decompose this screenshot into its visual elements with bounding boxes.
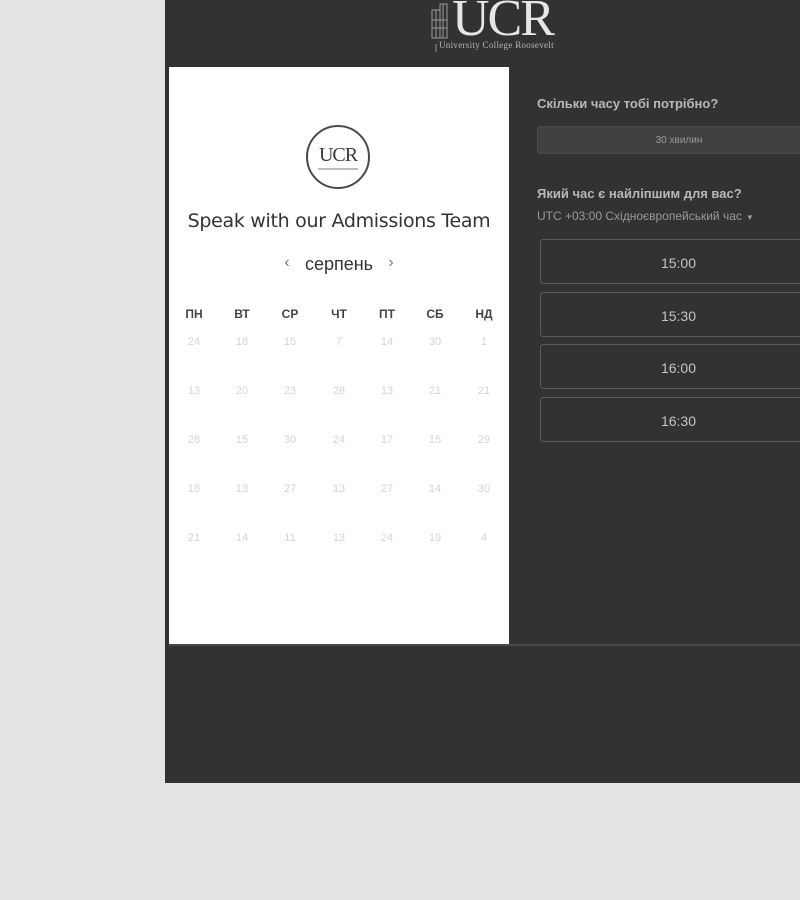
circle-logo-letters: UCR <box>318 144 358 166</box>
time-slot-button[interactable]: 15:00 <box>540 239 800 284</box>
calendar-day: 1 <box>480 336 488 348</box>
time-slot-label: 15:30 <box>660 308 697 324</box>
calendar-day: 4 <box>480 532 488 544</box>
ucr-circle-logo: UCR <box>306 125 370 189</box>
chevron-right-icon: › <box>388 254 394 271</box>
tower-icon <box>431 3 448 39</box>
time-slot-button[interactable]: 15:30 <box>540 292 800 337</box>
page-title: Speak with our Admissions Team <box>187 210 491 232</box>
month-label: серпень <box>304 254 374 274</box>
weekday-fri: ПТ <box>379 307 395 321</box>
timezone-label: UTC +03:00 Східноєвропейський час <box>537 209 742 223</box>
time-question: Який час є найліпшим для вас? <box>537 186 742 201</box>
caret-down-icon: ▼ <box>745 213 754 222</box>
timezone-dropdown[interactable]: UTC +03:00 Східноєвропейський час ▼ <box>537 209 754 223</box>
weekday-sat: СБ <box>426 307 444 321</box>
time-slot-label: 16:00 <box>660 360 697 376</box>
calendar-day: 29 <box>477 434 491 446</box>
circle-logo-underline <box>318 168 358 170</box>
weekday-mon: ПН <box>185 307 203 321</box>
weekday-wed: СР <box>281 307 299 321</box>
calendar-day: 15 <box>283 336 297 348</box>
next-month-button[interactable]: › <box>384 252 398 276</box>
calendar-day: 18 <box>187 483 201 495</box>
calendar-day: 23 <box>283 385 297 397</box>
calendar-day: 7 <box>335 336 343 348</box>
calendar-day: 15 <box>428 434 442 446</box>
panel-separator <box>169 644 800 646</box>
calendar-day: 21 <box>477 385 491 397</box>
calendar-day: 14 <box>428 483 442 495</box>
chevron-left-icon: ‹ <box>284 254 290 271</box>
calendar-day: 15 <box>235 434 249 446</box>
calendar-day: 30 <box>283 434 297 446</box>
duration-question: Скільки часу тобі потрібно? <box>537 96 719 111</box>
calendar-day: 28 <box>332 385 346 397</box>
weekday-sun: НД <box>475 307 493 321</box>
calendar-day: 24 <box>332 434 346 446</box>
calendar-day: 14 <box>380 336 394 348</box>
calendar-day: 17 <box>380 434 394 446</box>
time-slot-label: 15:00 <box>660 255 697 271</box>
calendar-day: 30 <box>428 336 442 348</box>
header-logo-subtitle: University College Roosevelt <box>439 40 554 50</box>
calendar-day: 11 <box>284 532 296 544</box>
calendar-day: 14 <box>235 532 249 544</box>
calendar-day: 13 <box>380 385 394 397</box>
calendar-day: 13 <box>187 385 201 397</box>
calendar-day: 28 <box>187 434 201 446</box>
calendar-day: 21 <box>187 532 201 544</box>
calendar-day: 19 <box>428 532 442 544</box>
calendar-day: 27 <box>380 483 394 495</box>
calendar-day: 21 <box>428 385 442 397</box>
calendar-day: 13 <box>332 532 346 544</box>
time-slot-button[interactable]: 16:00 <box>540 344 800 389</box>
calendar-day: 20 <box>235 385 249 397</box>
weekday-tue: ВТ <box>234 307 250 321</box>
time-slot-label: 16:30 <box>660 413 697 429</box>
calendar-day: 13 <box>235 483 249 495</box>
calendar-day: 24 <box>380 532 394 544</box>
time-slot-button[interactable]: 16:30 <box>540 397 800 442</box>
month-navigation: ‹ серпень › <box>169 252 509 280</box>
weekday-thu: ЧТ <box>331 307 347 321</box>
calendar-day: 27 <box>283 483 297 495</box>
calendar-day: 30 <box>477 483 491 495</box>
duration-value: 30 хвилин <box>655 135 703 146</box>
calendar-day: 24 <box>187 336 201 348</box>
prev-month-button[interactable]: ‹ <box>280 252 294 276</box>
duration-select[interactable]: 30 хвилин <box>537 126 800 154</box>
ucr-header-logo: UCR University College Roosevelt <box>431 0 557 52</box>
calendar-day: 13 <box>332 483 346 495</box>
calendar-day: 18 <box>235 336 249 348</box>
